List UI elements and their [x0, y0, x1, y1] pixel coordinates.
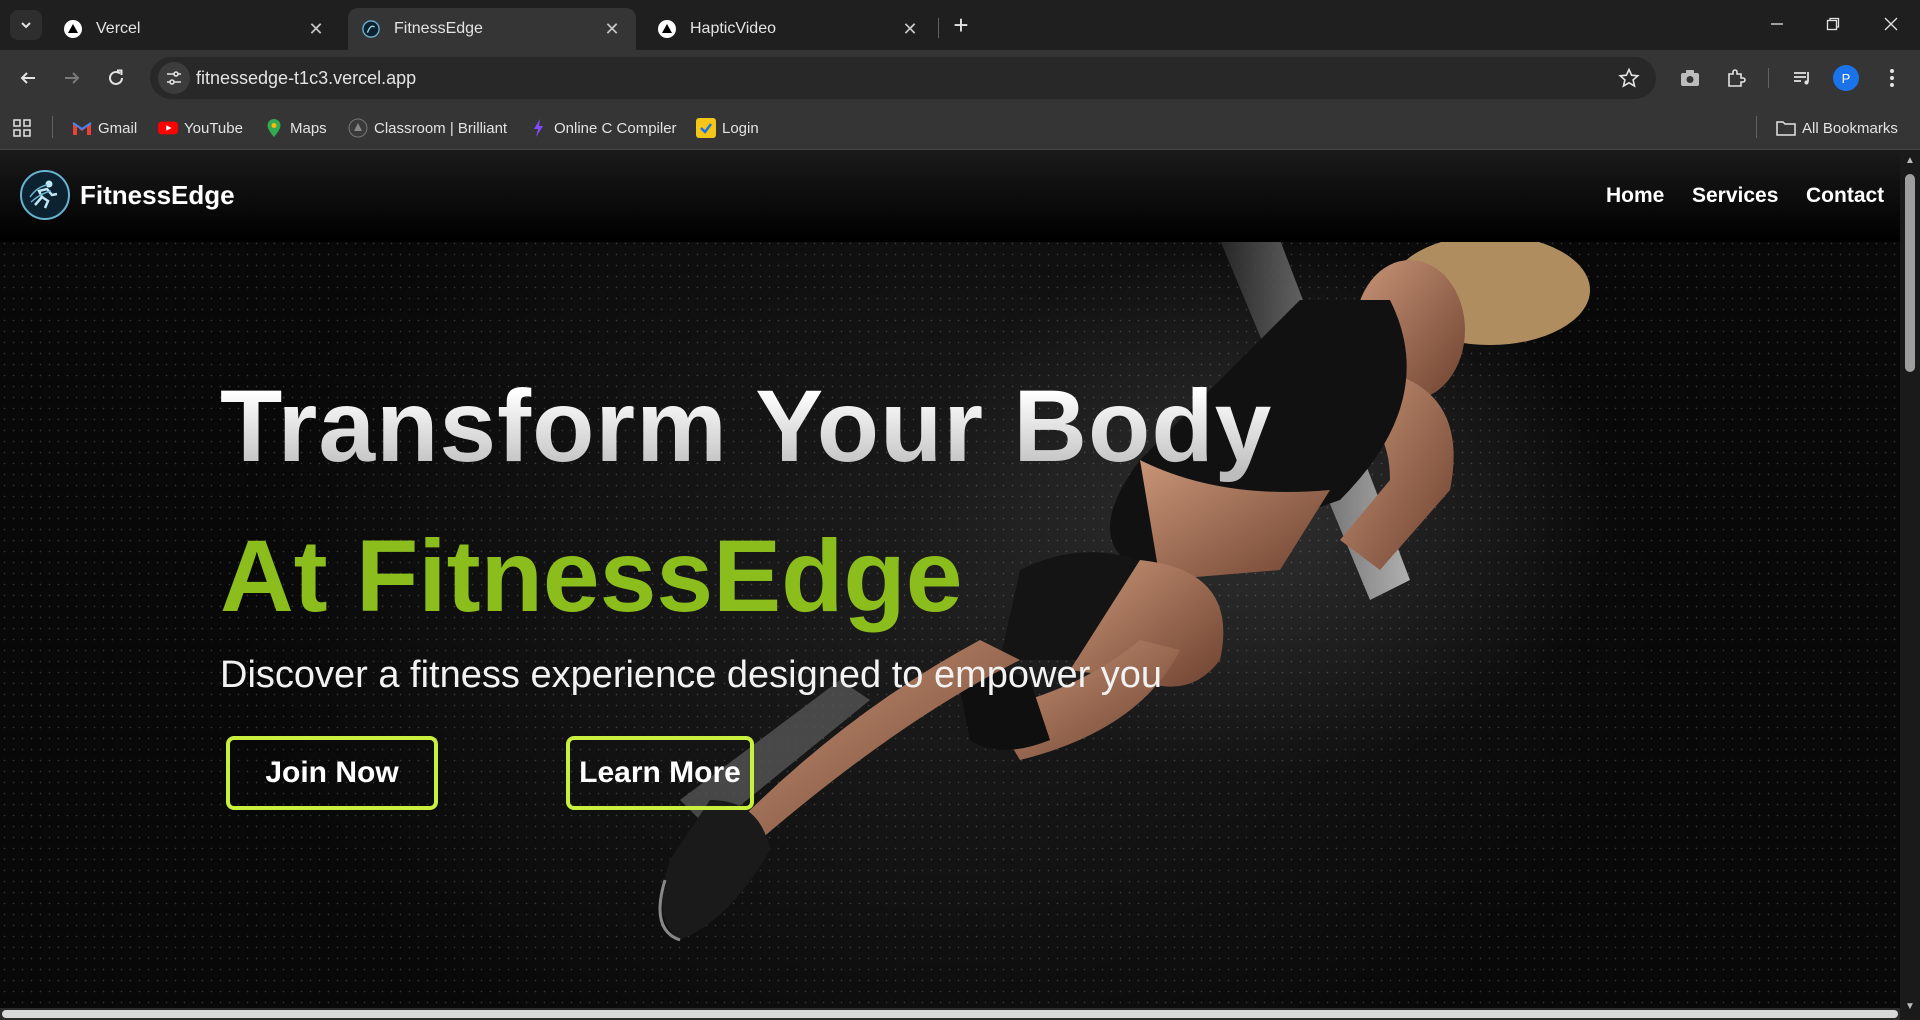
- tab-strip: Vercel ✕ FitnessEdge ✕ HapticVideo ✕ +: [0, 0, 1920, 50]
- bookmark-youtube[interactable]: YouTube: [158, 116, 243, 140]
- brand-name[interactable]: FitnessEdge: [80, 180, 235, 211]
- fitnessedge-favicon: [362, 20, 380, 38]
- all-bookmarks-button[interactable]: All Bookmarks: [1776, 116, 1898, 140]
- apps-grid-icon: [13, 119, 31, 137]
- tab-title: Vercel: [96, 20, 141, 37]
- close-icon[interactable]: ✕: [306, 19, 326, 39]
- tab-hapticvideo[interactable]: HapticVideo ✕: [644, 8, 934, 50]
- all-bookmarks-label: All Bookmarks: [1802, 119, 1898, 137]
- hero-subtitle: At FitnessEdge: [220, 519, 963, 633]
- back-button[interactable]: [12, 62, 44, 94]
- apps-button[interactable]: [12, 116, 32, 140]
- bookmark-star-icon[interactable]: [1618, 67, 1640, 94]
- nav-contact[interactable]: Contact: [1806, 184, 1884, 208]
- puzzle-icon: [1728, 69, 1746, 87]
- minimize-icon: [1771, 23, 1783, 25]
- screenshot-button[interactable]: [1674, 62, 1706, 94]
- browser-toolbar: fitnessedge-t1c3.vercel.app P: [0, 50, 1920, 106]
- join-now-button[interactable]: Join Now: [226, 736, 438, 810]
- tab-search-button[interactable]: [10, 10, 42, 40]
- vercel-triangle-icon: [64, 20, 82, 38]
- brilliant-icon: [348, 118, 368, 138]
- profile-avatar[interactable]: P: [1833, 65, 1859, 91]
- maps-icon: [264, 118, 284, 138]
- nav-home[interactable]: Home: [1606, 184, 1664, 208]
- playlist-icon: [1794, 72, 1809, 85]
- close-window-button[interactable]: [1866, 8, 1916, 40]
- forward-button[interactable]: [56, 62, 88, 94]
- bookmark-maps[interactable]: Maps: [264, 116, 327, 140]
- bookmark-label: Classroom | Brilliant: [374, 119, 508, 137]
- login-icon: [696, 118, 716, 138]
- site-info-button[interactable]: [158, 62, 190, 94]
- restore-icon: [1826, 17, 1840, 31]
- new-tab-button[interactable]: +: [948, 12, 974, 38]
- bookmark-gmail[interactable]: Gmail: [72, 116, 137, 140]
- bookmark-brilliant[interactable]: Classroom | Brilliant: [348, 116, 507, 140]
- logo-runner-icon[interactable]: [20, 170, 70, 220]
- horizontal-scrollbar[interactable]: [0, 1008, 1900, 1020]
- menu-button[interactable]: [1876, 62, 1908, 94]
- bookmark-separator: [1756, 116, 1757, 138]
- bookmarks-bar: Gmail YouTube Maps Classroom | Brilliant…: [0, 106, 1920, 150]
- bookmark-label: Maps: [290, 119, 327, 137]
- vertical-scroll-thumb[interactable]: [1905, 174, 1915, 372]
- bookmark-login[interactable]: Login: [696, 116, 759, 140]
- bookmark-label: Online C Compiler: [554, 119, 677, 137]
- vercel-triangle-icon: [658, 20, 676, 38]
- restore-button[interactable]: [1808, 8, 1858, 40]
- toolbar-separator: [1768, 68, 1769, 88]
- hero-title: Transform Your Body: [220, 369, 1273, 483]
- media-control-button[interactable]: [1786, 62, 1818, 94]
- more-vertical-icon: [1890, 69, 1894, 87]
- close-icon[interactable]: ✕: [900, 19, 920, 39]
- tune-icon: [167, 71, 181, 85]
- scroll-up-arrow-icon[interactable]: ▲: [1904, 156, 1916, 166]
- scroll-down-arrow-icon[interactable]: ▼: [1904, 1002, 1916, 1012]
- bookmark-online-c-compiler[interactable]: Online C Compiler: [528, 116, 677, 140]
- nav-services[interactable]: Services: [1692, 184, 1778, 208]
- address-bar[interactable]: fitnessedge-t1c3.vercel.app: [150, 57, 1656, 99]
- minimize-button[interactable]: [1752, 8, 1802, 40]
- tab-title: FitnessEdge: [394, 20, 483, 37]
- learn-more-button[interactable]: Learn More: [566, 736, 754, 810]
- reload-icon: [109, 69, 123, 85]
- close-icon[interactable]: ✕: [602, 19, 622, 39]
- youtube-icon: [158, 118, 178, 138]
- bookmark-label: Gmail: [98, 119, 138, 137]
- folder-icon: [1776, 118, 1796, 138]
- reload-button[interactable]: [100, 62, 132, 94]
- horizontal-scroll-thumb[interactable]: [2, 1010, 1898, 1018]
- bookmark-separator: [52, 116, 53, 138]
- bookmark-label: YouTube: [184, 119, 243, 137]
- compiler-icon: [528, 118, 548, 138]
- gmail-icon: [72, 118, 92, 138]
- camera-icon: [1681, 70, 1699, 86]
- close-icon: [1884, 17, 1898, 31]
- arrow-right-icon: [65, 72, 80, 84]
- page-viewport: FitnessEdge Home Services Contact Transf…: [0, 150, 1900, 1008]
- bookmark-label: Login: [722, 119, 759, 137]
- tab-fitnessedge[interactable]: FitnessEdge ✕: [348, 8, 636, 50]
- url-text[interactable]: fitnessedge-t1c3.vercel.app: [196, 68, 416, 89]
- site-header: FitnessEdge Home Services Contact: [0, 150, 1900, 242]
- tab-vercel[interactable]: Vercel ✕: [50, 8, 340, 50]
- arrow-left-icon: [20, 72, 35, 84]
- hero-description: Discover a fitness experience designed t…: [220, 654, 1163, 696]
- extensions-button[interactable]: [1720, 62, 1752, 94]
- chevron-down-icon: [21, 22, 31, 29]
- tab-separator: [938, 18, 939, 38]
- vertical-scrollbar[interactable]: ▲ ▼: [1900, 150, 1920, 1020]
- tab-title: HapticVideo: [690, 20, 776, 37]
